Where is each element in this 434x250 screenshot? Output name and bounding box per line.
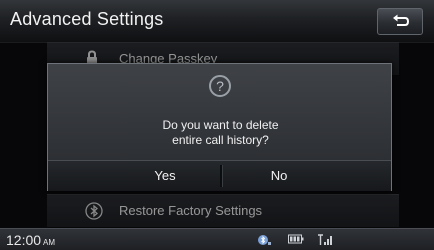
status-bar: 12:00 AM [0,228,434,250]
dialog-message-line1: Do you want to delete [162,118,279,132]
battery-icon [288,234,304,244]
clock-time: 12:00 [6,232,42,248]
signal-icon [318,234,332,245]
clock-ampm: AM [43,238,56,247]
yes-button[interactable]: Yes [110,165,220,187]
question-icon: ? [209,75,231,97]
dialog-message-line2: entire call history? [172,133,269,147]
button-divider [220,165,223,187]
header-bar: Advanced Settings [0,0,434,43]
screen: Advanced Settings Change Passkey Restore… [0,0,434,250]
confirm-dialog: ? Do you want to delete entire call hist… [47,63,392,191]
return-arrow-icon [393,14,410,26]
page-title: Advanced Settings [10,9,164,29]
clock: 12:00 AM [6,232,55,248]
bluetooth-status-icon [258,235,271,245]
dialog-button-bar: Yes No [48,160,391,191]
back-button[interactable] [377,8,423,35]
no-button[interactable]: No [224,165,334,187]
